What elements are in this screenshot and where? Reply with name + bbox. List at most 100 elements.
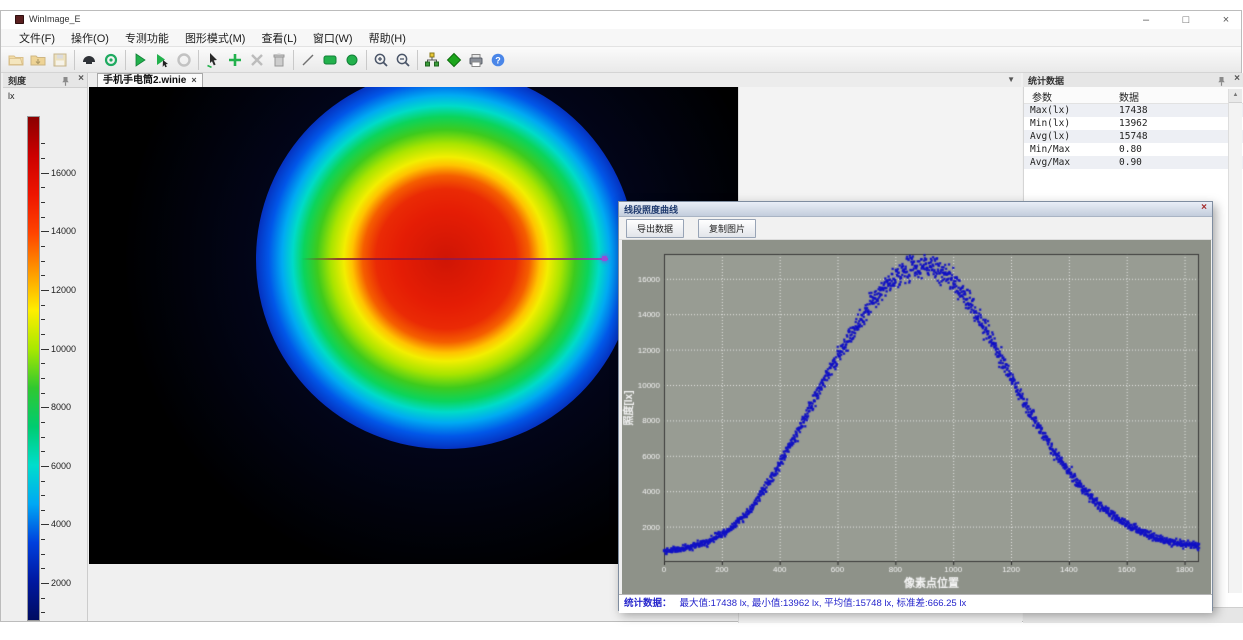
colorbar-major-tick [41,349,49,350]
colorbar-major-tick [41,466,49,467]
colorbar-minor-tick [41,495,45,496]
stats-row[interactable]: Min/Max0.80 [1024,143,1243,156]
toolbar-group-6: ? [421,49,509,71]
menu-bar: 文件(F)操作(O)专测功能图形模式(M)查看(L)窗口(W)帮助(H) [1,29,1241,47]
trash-icon[interactable] [268,49,290,71]
app-window: WinImage_E – □ × 文件(F)操作(O)专测功能图形模式(M)查看… [0,10,1242,622]
scale-panel-header: 刻度 × [3,73,87,88]
zoom-in-icon[interactable] [370,49,392,71]
menu-item-6[interactable]: 帮助(H) [361,29,414,47]
toolbar-separator [366,50,367,70]
import-folder-icon[interactable] [27,49,49,71]
line-probe[interactable] [301,258,608,260]
line-profile-window-close-icon[interactable]: × [1201,202,1207,213]
line-probe-endpoint-marker[interactable] [602,256,607,261]
statistics-panel-close-icon[interactable]: × [1234,73,1240,84]
colorbar [27,116,40,621]
maximize-button[interactable]: □ [1179,11,1193,29]
play-cursor-icon[interactable] [151,49,173,71]
colorbar-minor-tick [41,187,45,188]
column-header-parameter: 参数 [1032,89,1052,104]
line-profile-statusbar: 统计数据：最大值:17438 lx, 最小值:13962 lx, 平均值:157… [619,594,1212,613]
colorbar-minor-tick [41,319,45,320]
add-cross-icon[interactable] [224,49,246,71]
title-bar[interactable]: WinImage_E – □ × [1,11,1241,29]
stats-value: 13962 [1119,118,1148,129]
statistics-rows: Max(lx)17438Min(lx)13962Avg(lx) 15748Min/… [1024,104,1243,169]
scale-panel-title: 刻度 [8,74,26,87]
pin-icon[interactable] [1216,74,1227,85]
colorbar-minor-tick [41,363,45,364]
delete-cross-icon[interactable] [246,49,268,71]
menu-item-2[interactable]: 专测功能 [117,29,177,47]
colorbar-minor-tick [41,275,45,276]
statistics-scrollbar[interactable]: ▲ [1228,89,1242,593]
menu-item-5[interactable]: 窗口(W) [305,29,361,47]
menu-item-4[interactable]: 查看(L) [253,29,304,47]
minimize-button[interactable]: – [1139,11,1153,29]
stats-value: 15748 [1119,131,1148,142]
stats-param: Avg(lx) [1030,131,1070,142]
diamond-icon[interactable] [443,49,465,71]
rect-tool-icon[interactable] [319,49,341,71]
zoom-out-icon[interactable] [392,49,414,71]
stats-param: Max(lx) [1030,105,1070,116]
toolbar-separator [417,50,418,70]
cursor-arrow-icon[interactable] [202,49,224,71]
colorbar-minor-tick [41,393,45,394]
statistics-table-header: 参数 数据 [1024,87,1243,104]
colorbar-tick-label: 8000 [51,402,71,412]
stats-value: 0.80 [1119,144,1142,155]
menu-item-3[interactable]: 图形模式(M) [177,29,254,47]
open-folder-icon[interactable] [5,49,27,71]
copy-image-button[interactable]: 复制图片 [698,219,756,238]
save-icon[interactable] [49,49,71,71]
column-header-data: 数据 [1119,89,1139,104]
scale-unit-label: lx [8,91,15,101]
pin-icon[interactable] [60,74,71,85]
close-button[interactable]: × [1219,11,1233,29]
capture-cap-icon[interactable] [78,49,100,71]
ellipse-tool-icon[interactable] [341,49,363,71]
colorbar-tick-label: 10000 [51,344,76,354]
stats-row[interactable]: Avg/Max0.90 [1024,156,1243,169]
scroll-up-icon[interactable]: ▲ [1229,89,1242,103]
export-data-button[interactable]: 导出数据 [626,219,684,238]
line-profile-window-titlebar[interactable]: 线段照度曲线 × [619,202,1212,217]
help-icon[interactable]: ? [487,49,509,71]
toolbar-separator [74,50,75,70]
colorbar-major-tick [41,583,49,584]
colorbar-minor-tick [41,612,45,613]
statistics-panel-title: 统计数据 [1028,74,1064,87]
colorbar-minor-tick [41,334,45,335]
line-tool-icon[interactable] [297,49,319,71]
colorbar-major-tick [41,173,49,174]
colorbar-minor-tick [41,143,45,144]
scale-panel-close-icon[interactable]: × [78,73,84,84]
print-icon[interactable] [465,49,487,71]
profile-chart-canvas [622,240,1211,594]
tab-close-icon[interactable]: × [191,75,196,85]
tab-label: 手机手电筒2.winie [103,75,186,86]
tab-bar: 手机手电筒2.winie × ▼ [89,73,1021,88]
menu-item-0[interactable]: 文件(F) [11,29,63,47]
tab-overflow-icon[interactable]: ▼ [1007,75,1015,84]
colorbar-tick-label: 4000 [51,519,71,529]
toolbar-group-1 [78,49,122,71]
colorbar-minor-tick [41,261,45,262]
toolbar-group-5 [370,49,414,71]
stats-row[interactable]: Min(lx)13962 [1024,117,1243,130]
colorbar-tick-label: 6000 [51,461,71,471]
line-profile-window-title: 线段照度曲线 [624,203,678,216]
colorbar-minor-tick [41,422,45,423]
scale-panel: 刻度 × lx 16000140001200010000800060004000… [3,73,88,621]
stats-row[interactable]: Max(lx)17438 [1024,104,1243,117]
stop-circle-icon[interactable] [173,49,195,71]
play-icon[interactable] [129,49,151,71]
tree-structure-icon[interactable] [421,49,443,71]
target-circle-icon[interactable] [100,49,122,71]
tab-active-document[interactable]: 手机手电筒2.winie × [97,73,203,88]
stats-row[interactable]: Avg(lx) 15748 [1024,130,1243,143]
menu-item-1[interactable]: 操作(O) [63,29,117,47]
toolbar-separator [198,50,199,70]
